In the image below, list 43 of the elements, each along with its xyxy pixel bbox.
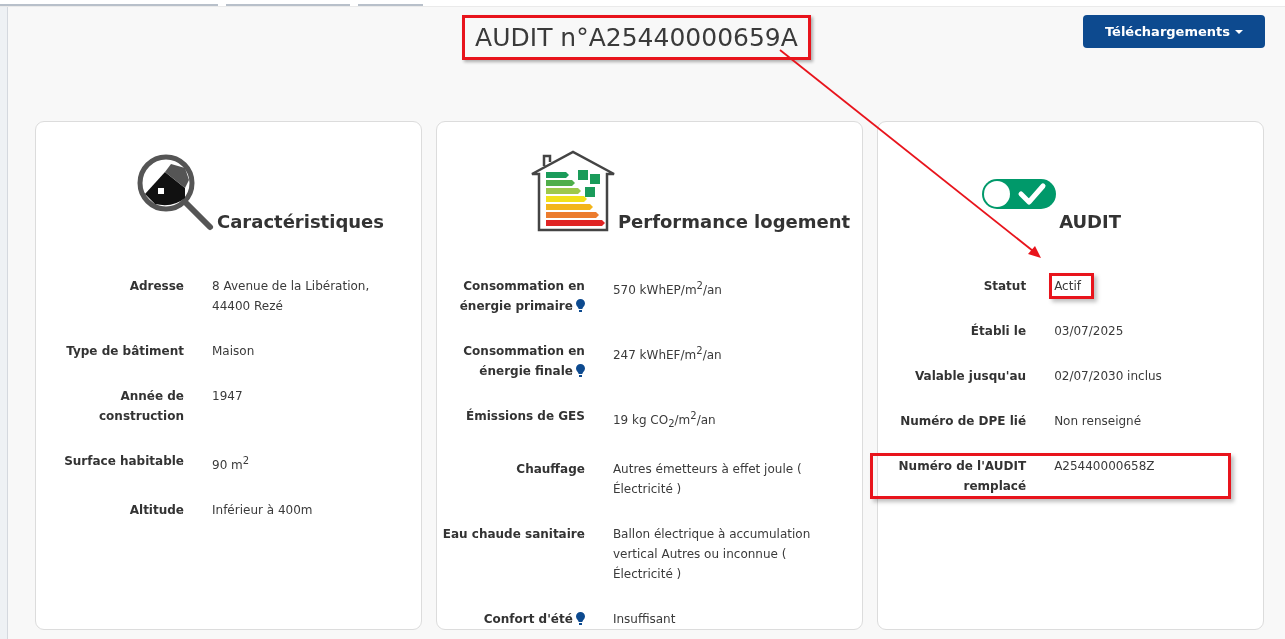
lightbulb-icon[interactable] [575,364,585,377]
field-value: Inférieur à 400m [211,502,314,519]
field-label: Numéro de l'AUDIT remplacé [897,458,1027,495]
card-title: Performance logement [617,211,851,232]
field-value: 03/07/2025 [1053,323,1125,340]
field-value: 8 Avenue de la Libération, 44400 Rezé [211,278,371,315]
page-title: AUDIT n°A25440000659A [462,15,811,60]
field-value: 90 m$^{2}$ [211,454,251,474]
field-value: Autres émetteurs à effet joule ( Électricité ) [611,461,803,499]
field-label: Émissions de GES [464,407,585,425]
energy-label-house-icon [529,150,616,232]
field-value: 570 kWhEP/m$^{2}$/an [611,279,723,299]
field-label: Établi le [969,322,1027,340]
field-label: Statut [982,278,1027,295]
field-value: Maison [211,343,256,360]
field-label: Numéro de DPE lié [899,413,1027,430]
field-value: Actif [1049,273,1094,299]
field-label: Surface habitable [63,453,184,470]
toggle-check-icon [981,178,1058,210]
field-value: Insuffisant [611,611,677,629]
field-value: 02/07/2030 inclus [1053,368,1163,385]
field-label: Consommation en énergie primaire [458,278,585,315]
card-title: Caractéristiques [217,211,386,232]
field-value: Non renseigné [1053,413,1143,430]
field-label: Année de construction [98,388,184,425]
field-label: Chauffage [515,461,585,479]
field-value: 1947 [211,388,244,405]
field-label: Type de bâtiment [65,343,184,360]
field-value: Ballon électrique à accumulation vertical Autres ou inconnue ( Électricité ) [611,526,812,584]
caret-icon [1235,29,1243,34]
lightbulb-icon[interactable] [575,612,585,626]
field-value: 247 kWhEF/m$^{2}$/an [611,344,723,364]
field-label: Valable jusqu'au [913,368,1027,385]
field-label: Eau chaude sanitaire [441,526,585,544]
field-label: Consommation en énergie finale [462,343,585,380]
card-title: AUDIT [1059,211,1123,232]
downloads-button[interactable]: Téléchargements [1082,15,1265,48]
field-value: 19 kg CO$_{2}$/m$^{2}$/an [611,409,717,432]
field-label: Confort d'été [439,609,585,630]
field-label: Adresse [128,278,184,295]
lightbulb-icon[interactable] [575,299,585,312]
field-value: A25440000658Z [1053,458,1156,475]
field-label: Altitude [128,502,184,519]
